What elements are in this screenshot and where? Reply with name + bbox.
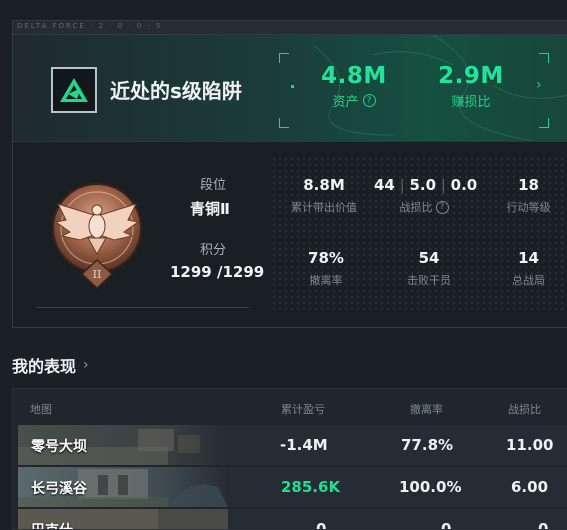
bronze-rank-medal-icon: II — [52, 183, 142, 290]
stat-carried-value: 8.8M 累计带出价值 — [279, 176, 369, 215]
kills-value: 54 — [418, 249, 440, 267]
delta-force-logo-icon — [51, 67, 97, 113]
col-map: 地图 — [30, 403, 52, 416]
carried-value-label: 累计带出价值 — [291, 201, 357, 214]
kd-value: 11.00 — [506, 436, 554, 454]
frame-corner — [539, 118, 549, 128]
performance-table: 地图 累计盈亏 撤离率 战损比 零号大坝 -1.4M 77.8% 11.00 长… — [12, 388, 567, 530]
table-header: 地图 累计盈亏 撤离率 战损比 — [13, 389, 567, 425]
stat-extract-rate: 78% 撤离率 — [291, 249, 361, 288]
col-kd: 战损比 — [508, 403, 541, 416]
stats-grid: 8.8M 累计带出价值 44 | 5.0 | 0.0 战损比 ? 18 行动等级… — [271, 156, 567, 311]
frame-corner — [279, 53, 289, 63]
tier-label: 段位 — [200, 178, 227, 193]
map-name: 零号大坝 — [31, 439, 87, 455]
table-row[interactable]: 长弓溪谷 285.6K 100.0% 6.00 — [18, 467, 567, 507]
points-value: 1299 /1299 — [170, 263, 265, 281]
stat-kd: 44 | 5.0 | 0.0 战损比 ? — [374, 176, 478, 214]
rank-block: II 段位 青铜Ⅱ 积分 1299 /1299 — [13, 142, 271, 327]
extract-rate-value: 78% — [308, 249, 344, 267]
kd-label: 战损比 — [399, 201, 433, 214]
extract-value: 100.0% — [399, 478, 462, 496]
kd-value: 0 — [538, 520, 549, 530]
extract-rate-label: 撤离率 — [309, 274, 343, 287]
svg-text:II: II — [93, 268, 102, 281]
map-name: 巴克什 — [31, 520, 73, 529]
header-strip: DELTA FORCE · 2 · 0 · 0 · 5 — [13, 21, 567, 35]
my-performance-link[interactable]: 我的表现 › — [12, 353, 89, 377]
profit-value: -1.4M — [280, 436, 328, 454]
player-name: 近处的s级陷阱 — [110, 79, 242, 103]
assets-stat: 4.8M 资产 ? — [309, 63, 399, 110]
frame-dot — [291, 85, 294, 88]
matches-label: 总战局 — [512, 274, 545, 287]
stat-level: 18 行动等级 — [486, 176, 567, 215]
section-title: 我的表现 — [12, 357, 77, 376]
profit-value: 0 — [316, 520, 327, 530]
kd-value-1: 44 — [374, 176, 395, 194]
col-profit: 累计盈亏 — [281, 403, 325, 416]
col-extract: 撤离率 — [410, 403, 443, 416]
profit-ratio-stat: 2.9M 赚损比 — [426, 63, 516, 110]
tier-value: 青铜Ⅱ — [190, 200, 230, 218]
matches-value: 14 — [518, 249, 539, 267]
table-row[interactable]: 巴克什 0 0 0 — [18, 509, 567, 530]
chevron-right-icon: › — [83, 357, 89, 373]
assets-value: 4.8M — [321, 63, 387, 89]
header-strip-text: DELTA FORCE · 2 · 0 · 0 · 5 — [17, 22, 163, 30]
right-arrow-icon: › — [536, 77, 542, 93]
kills-label: 击败干员 — [407, 274, 451, 287]
extract-value: 0 — [441, 520, 452, 530]
table-row[interactable]: 零号大坝 -1.4M 77.8% 11.00 — [18, 425, 567, 465]
map-name: 长弓溪谷 — [31, 481, 87, 497]
profit-value: 285.6K — [281, 478, 341, 496]
assets-label: 资产 — [332, 95, 359, 110]
help-icon[interactable]: ? — [362, 94, 376, 107]
level-value: 18 — [518, 176, 539, 194]
profit-ratio-value: 2.9M — [438, 63, 504, 89]
frame-corner — [279, 118, 289, 128]
extract-value: 77.8% — [401, 436, 454, 454]
points-label: 积分 — [200, 243, 227, 258]
kd-value: 6.00 — [511, 478, 549, 496]
level-label: 行动等级 — [506, 201, 551, 214]
frame-corner — [539, 53, 549, 63]
stat-kills: 54 击败干员 — [389, 249, 469, 288]
stat-matches: 14 总战局 — [491, 249, 566, 288]
profile-banner: 近处的s级陷阱 › 4.8M 资产 ? 2.9M 赚损比 — [13, 35, 567, 142]
carried-value-number: 8.8M — [303, 176, 345, 194]
profit-ratio-label: 赚损比 — [451, 95, 491, 110]
kd-value-2: 5.0 — [409, 176, 437, 194]
profile-card: DELTA FORCE · 2 · 0 · 0 · 5 近处的s级陷阱 › 4.… — [12, 20, 567, 328]
kd-value-3: 0.0 — [450, 176, 478, 194]
help-icon[interactable]: ? — [435, 200, 449, 214]
divider — [37, 307, 249, 308]
